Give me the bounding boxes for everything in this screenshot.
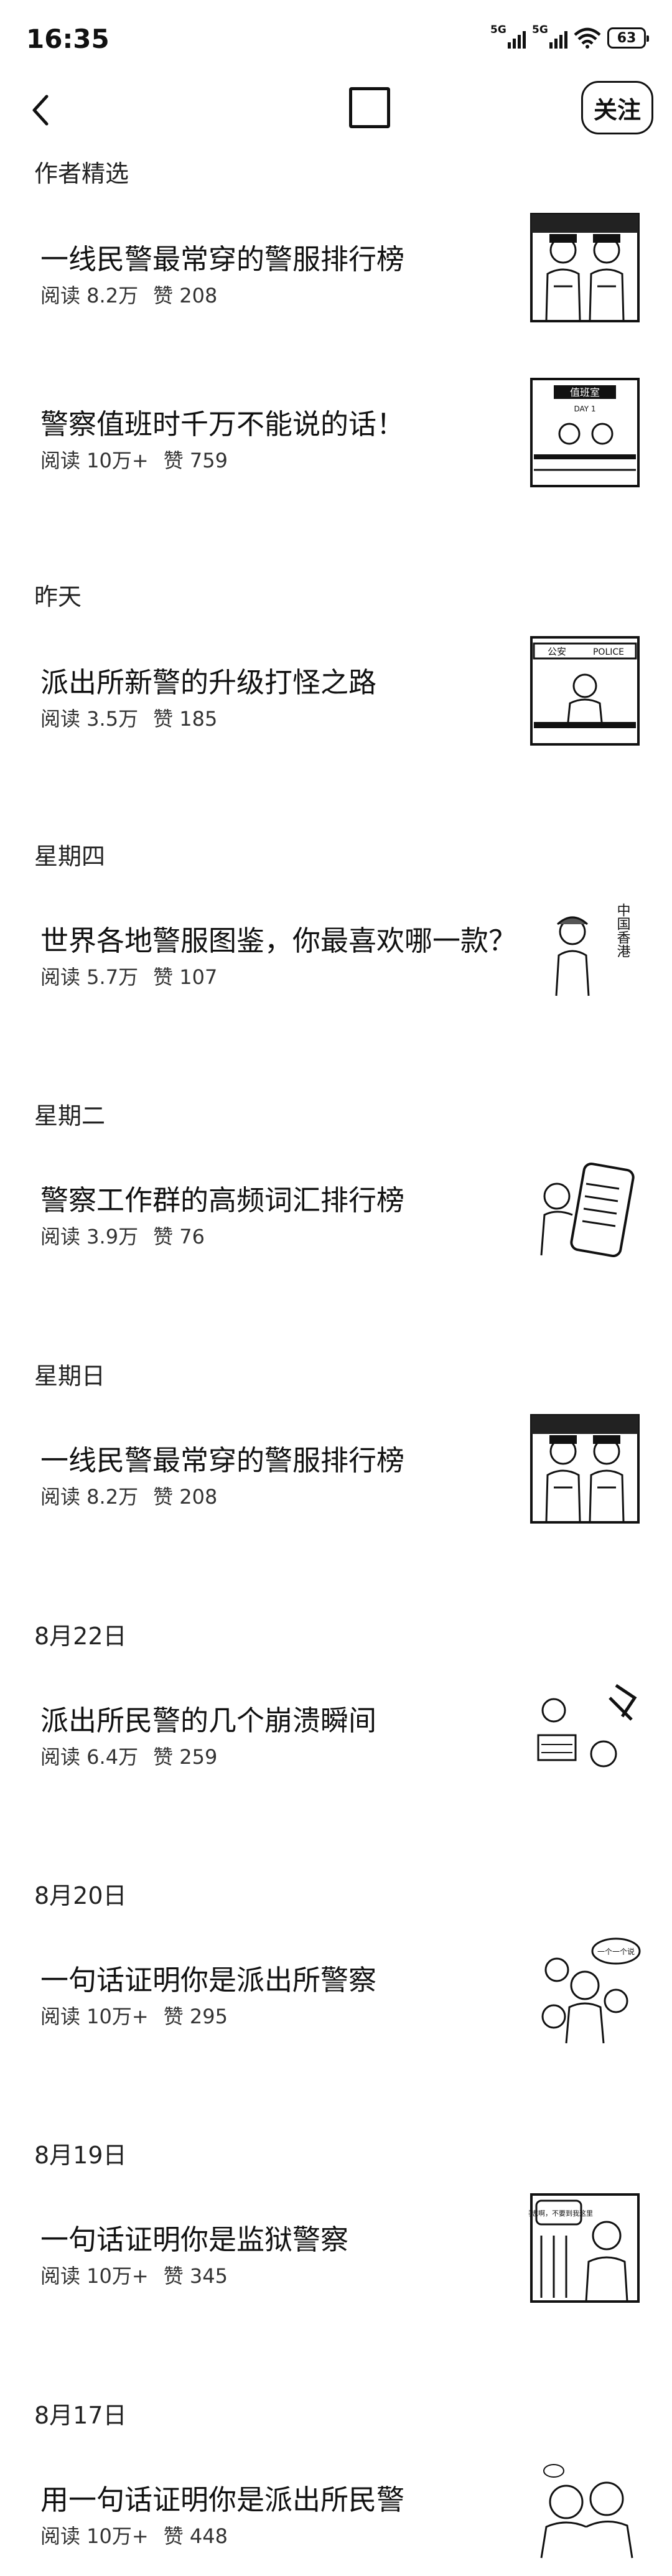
- svg-text:DAY 1: DAY 1: [574, 405, 595, 413]
- section-title-aug-22: 8月22日: [34, 1623, 127, 1650]
- article-item[interactable]: 派出所新警的升级打怪之路 阅读 3.5万 赞 185 公安 POLICE: [0, 616, 672, 778]
- like-count: 赞 345: [163, 2264, 228, 2288]
- article-thumbnail: 一个一个说: [529, 1932, 641, 2044]
- article-item[interactable]: 一句话证明你是派出所警察 阅读 10万+ 赞 295 一个一个说: [0, 1914, 672, 2076]
- article-title: 警察值班时千万不能说的话！: [40, 408, 405, 441]
- two-officers-illustration: [530, 213, 640, 322]
- phone-chat-illustration: [540, 1163, 635, 1257]
- article-meta: 阅读 8.2万 赞 208: [40, 1481, 217, 1510]
- read-count: 阅读 10万+: [40, 2524, 149, 2548]
- read-count: 阅读 10万+: [40, 2264, 149, 2288]
- article-thumbnail: [529, 212, 641, 324]
- article-item[interactable]: 一句话证明你是监狱警察 阅读 10万+ 赞 345 同志啊，不要到我这里: [0, 2173, 672, 2335]
- article-thumbnail: 同志啊，不要到我这里: [529, 2192, 641, 2304]
- prison-officer-illustration: 同志啊，不要到我这里: [529, 2193, 640, 2303]
- section-title-featured: 作者精选: [34, 160, 129, 187]
- article-title: 一线民警最常穿的警服排行榜: [40, 1444, 405, 1477]
- svg-text:POLICE: POLICE: [593, 647, 624, 657]
- duty-room-illustration: 值班室 DAY 1: [530, 378, 640, 487]
- article-thumbnail: 值班室 DAY 1: [529, 377, 641, 489]
- section-title-aug-19: 8月19日: [34, 2142, 127, 2169]
- like-count: 赞 448: [163, 2524, 228, 2548]
- article-meta: 阅读 3.9万 赞 76: [40, 1221, 205, 1250]
- chaos-illustration: [537, 1684, 637, 1768]
- section-title-aug-17: 8月17日: [34, 2402, 127, 2429]
- article-title: 警察工作群的高频词汇排行榜: [40, 1184, 405, 1217]
- read-count: 阅读 3.5万: [40, 707, 139, 731]
- article-thumbnail: [529, 2452, 641, 2564]
- article-item[interactable]: 用一句话证明你是派出所民警 阅读 10万+ 赞 448: [0, 2433, 672, 2576]
- section-title-sunday: 星期日: [34, 1362, 106, 1390]
- article-title: 一线民警最常穿的警服排行榜: [40, 243, 405, 276]
- svg-text:一个一个说: 一个一个说: [597, 1947, 635, 1956]
- cellular-signal-icon-2: 5G: [532, 24, 567, 49]
- status-time: 16:35: [26, 24, 110, 54]
- article-item[interactable]: 警察工作群的高频词汇排行榜 阅读 3.9万 赞 76: [0, 1134, 672, 1296]
- section-title-yesterday: 昨天: [34, 583, 82, 611]
- article-item[interactable]: 派出所民警的几个崩溃瞬间 阅读 6.4万 赞 259: [0, 1654, 672, 1816]
- cellular-signal-icon: 5G: [490, 24, 526, 49]
- section-title-tuesday: 星期二: [34, 1102, 106, 1130]
- section-title-thursday: 星期四: [34, 843, 106, 870]
- article-title: 派出所新警的升级打怪之路: [40, 666, 377, 699]
- article-title: 世界各地警服图鉴，你最喜欢哪一款？: [40, 924, 517, 957]
- like-count: 赞 185: [153, 707, 218, 731]
- article-thumbnail: [529, 1413, 641, 1525]
- like-count: 赞 208: [153, 284, 218, 307]
- article-item[interactable]: 一线民警最常穿的警服排行榜 阅读 8.2万 赞 208: [0, 193, 672, 355]
- article-meta: 阅读 10万+ 赞 295: [40, 2001, 228, 2030]
- article-thumbnail: 公安 POLICE: [529, 635, 641, 747]
- article-item[interactable]: 一线民警最常穿的警服排行榜 阅读 8.2万 赞 208: [0, 1394, 672, 1556]
- article-thumbnail: 中国香港: [529, 893, 641, 1005]
- like-count: 赞 295: [163, 2005, 228, 2028]
- square-icon[interactable]: [349, 87, 390, 128]
- battery-icon: 63: [607, 27, 649, 49]
- article-item[interactable]: 警察值班时千万不能说的话！ 阅读 10万+ 赞 759 值班室 DAY 1: [0, 358, 672, 520]
- read-count: 阅读 10万+: [40, 2005, 149, 2028]
- police-station-illustration: 公安 POLICE: [530, 636, 640, 746]
- article-title: 一句话证明你是派出所警察: [40, 1964, 377, 1997]
- article-meta: 阅读 10万+ 赞 345: [40, 2260, 228, 2289]
- top-nav: 关注: [0, 75, 672, 149]
- section-title-aug-20: 8月20日: [34, 1882, 127, 1909]
- article-item[interactable]: 世界各地警服图鉴，你最喜欢哪一款？ 阅读 5.7万 赞 107 中国香港: [0, 874, 672, 1036]
- chevron-left-icon: [32, 95, 49, 126]
- two-officers-illustration: [530, 1414, 640, 1524]
- svg-text:公安: 公安: [548, 646, 566, 657]
- follow-button[interactable]: 关注: [581, 81, 653, 134]
- article-meta: 阅读 10万+ 赞 448: [40, 2521, 228, 2549]
- read-count: 阅读 3.9万: [40, 1225, 139, 1248]
- article-meta: 阅读 8.2万 赞 208: [40, 280, 217, 309]
- read-count: 阅读 8.2万: [40, 284, 139, 307]
- article-title: 派出所民警的几个崩溃瞬间: [40, 1704, 377, 1737]
- article-meta: 阅读 5.7万 赞 107: [40, 962, 217, 990]
- article-meta: 阅读 3.5万 赞 185: [40, 703, 217, 732]
- like-count: 赞 107: [153, 965, 218, 989]
- read-count: 阅读 6.4万: [40, 1745, 139, 1769]
- svg-text:中国香港: 中国香港: [615, 903, 631, 958]
- svg-text:同志啊，不要到我这里: 同志啊，不要到我这里: [529, 2209, 593, 2218]
- read-count: 阅读 10万+: [40, 449, 149, 472]
- article-thumbnail: [529, 1153, 641, 1265]
- article-thumbnail: [529, 1673, 641, 1785]
- read-count: 阅读 5.7万: [40, 965, 139, 989]
- like-count: 赞 208: [153, 1485, 218, 1509]
- status-bar: 16:35 5G 5G 63: [0, 0, 672, 75]
- svg-text:值班室: 值班室: [570, 386, 600, 398]
- hong-kong-officer-illustration: 中国香港: [555, 903, 631, 996]
- wifi-icon: [574, 27, 601, 49]
- read-count: 阅读 8.2万: [40, 1485, 139, 1509]
- like-count: 赞 76: [153, 1225, 205, 1248]
- article-meta: 阅读 6.4万 赞 259: [40, 1741, 217, 1770]
- article-title: 一句话证明你是监狱警察: [40, 2223, 349, 2256]
- article-title: 用一句话证明你是派出所民警: [40, 2483, 405, 2516]
- crowd-illustration: 一个一个说: [541, 1937, 641, 2044]
- like-count: 赞 259: [153, 1745, 218, 1769]
- status-icons: 5G 5G 63: [490, 24, 649, 51]
- article-meta: 阅读 10万+ 赞 759: [40, 445, 228, 474]
- two-officers-portrait-illustration: [540, 2464, 633, 2559]
- back-button[interactable]: [19, 88, 62, 132]
- like-count: 赞 759: [163, 449, 228, 472]
